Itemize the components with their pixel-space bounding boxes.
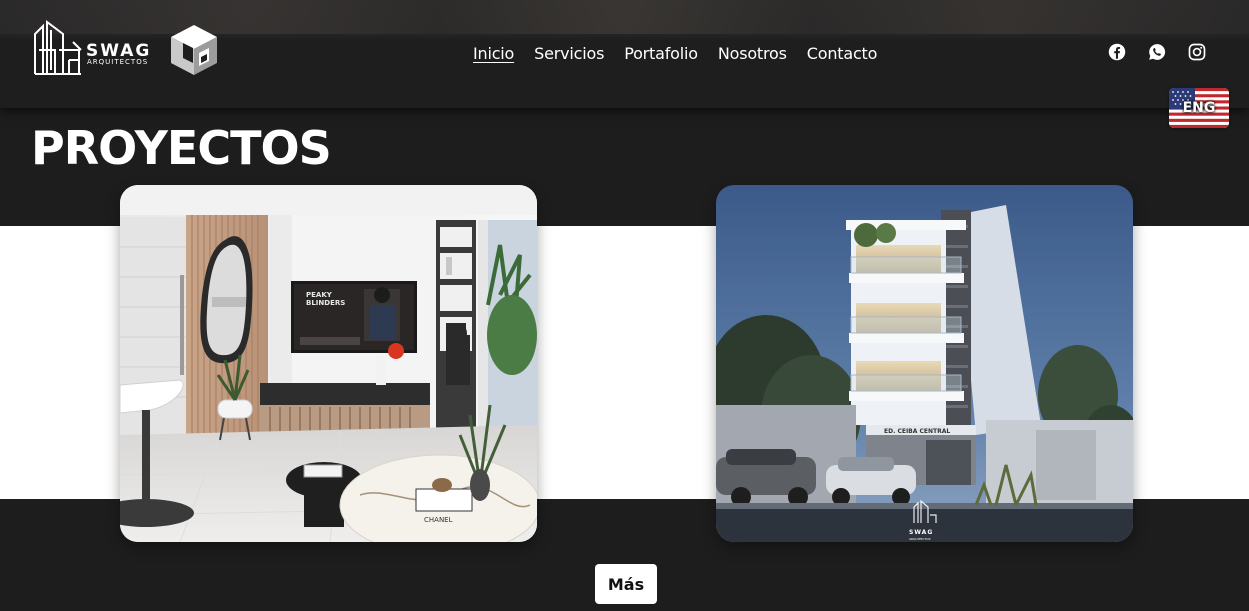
more-projects-button[interactable]: Más	[595, 564, 657, 604]
project-card-building[interactable]: ED. CEIBA CENTRAL SWAG ARQUITECTOS	[716, 185, 1133, 542]
instagram-icon[interactable]	[1188, 43, 1206, 61]
nav-item-nosotros[interactable]: Nosotros	[718, 44, 787, 63]
tv-screen-text: PEAKY	[306, 291, 333, 299]
nav-item-portafolio[interactable]: Portafolio	[624, 44, 698, 63]
svg-text:ED. CEIBA CENTRAL: ED. CEIBA CENTRAL	[884, 428, 950, 435]
language-toggle[interactable]: ENG	[1169, 88, 1229, 128]
cube-logo-icon	[171, 25, 217, 75]
site-header: SWAG ARQUITECTOS Inicio Servicios Portaf…	[0, 0, 1249, 108]
nav-item-inicio[interactable]: Inicio	[473, 44, 514, 63]
svg-text:ARQUITECTOS: ARQUITECTOS	[909, 537, 931, 541]
whatsapp-icon[interactable]	[1148, 43, 1166, 61]
facebook-icon[interactable]	[1108, 43, 1126, 61]
brand-logo[interactable]: SWAG ARQUITECTOS	[33, 20, 223, 78]
language-label: ENG	[1182, 100, 1216, 116]
nav-item-servicios[interactable]: Servicios	[534, 44, 604, 63]
svg-text:CHANEL: CHANEL	[424, 516, 453, 524]
logo-mark-icon	[34, 20, 82, 75]
interior-render-image: PEAKY BLINDERS CHANEL	[120, 185, 537, 542]
main-nav: Inicio Servicios Portafolio Nosotros Con…	[473, 44, 877, 63]
svg-text:BLINDERS: BLINDERS	[306, 299, 345, 307]
project-card-interior[interactable]: PEAKY BLINDERS CHANEL	[120, 185, 537, 542]
nav-item-contacto[interactable]: Contacto	[807, 44, 878, 63]
building-render-image: ED. CEIBA CENTRAL SWAG ARQUITECTOS	[716, 185, 1133, 542]
section-title: PROYECTOS	[31, 121, 332, 175]
svg-text:SWAG: SWAG	[909, 529, 933, 536]
brand-tagline: ARQUITECTOS	[87, 58, 149, 66]
social-links	[1108, 43, 1206, 61]
